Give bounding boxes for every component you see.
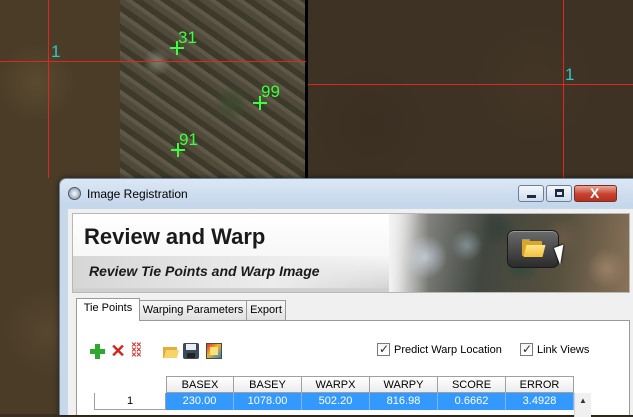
warp-icon[interactable] — [206, 343, 222, 359]
crosshair-horizontal-left — [0, 61, 306, 62]
table-cell[interactable]: 0.6662 — [438, 393, 506, 410]
tie-point-label: 91 — [179, 130, 198, 149]
open-icon[interactable] — [162, 343, 180, 359]
table-cell[interactable]: 1078.00 — [234, 393, 302, 410]
open-folder-button[interactable] — [507, 230, 559, 268]
table-cell[interactable]: 502.20 — [302, 393, 370, 410]
banner-subtitle: Review Tie Points and Warp Image — [89, 263, 320, 279]
crosshair-vertical-right — [563, 0, 564, 178]
table-cell[interactable]: 3.4928 — [506, 393, 574, 410]
crosshair-label-left: 1 — [51, 42, 61, 61]
close-icon: X — [590, 185, 600, 201]
save-icon[interactable] — [183, 343, 199, 359]
checkbox-checked-icon[interactable] — [520, 342, 533, 356]
table-corner — [94, 376, 166, 393]
crosshair-horizontal-right — [308, 84, 633, 85]
image-registration-dialog: Image Registration X Review and Warp Rev… — [59, 178, 633, 417]
wizard-banner: Review and Warp Review Tie Points and Wa… — [72, 213, 630, 293]
close-button[interactable]: X — [574, 185, 617, 202]
maximize-button[interactable] — [546, 185, 572, 202]
row-header[interactable]: 1 — [94, 393, 166, 410]
column-header-error[interactable]: ERROR — [506, 376, 574, 393]
column-header-warpy[interactable]: WARPY — [370, 376, 438, 393]
tab-export[interactable]: Export — [246, 300, 286, 320]
link-views-label: Link Views — [537, 344, 590, 356]
tie-point-label: 31 — [178, 28, 197, 47]
checkbox-checked-icon[interactable] — [377, 342, 390, 356]
delete-icon[interactable]: ✕ — [110, 342, 126, 360]
column-header-score[interactable]: SCORE — [438, 376, 506, 393]
scroll-up-arrow-icon: ▲ — [579, 396, 587, 405]
column-header-warpx[interactable]: WARPX — [302, 376, 370, 393]
table-cell[interactable]: 816.98 — [370, 393, 438, 410]
predict-warp-location-label: Predict Warp Location — [394, 344, 502, 356]
app-icon — [68, 187, 81, 200]
dialog-client-area: Review and Warp Review Tie Points and Wa… — [68, 209, 633, 417]
delete-all-icon[interactable]: ✕✕ ✕✕ ✕✕ — [131, 342, 147, 359]
maximize-icon — [555, 189, 564, 197]
crosshair-label-right: 1 — [565, 65, 575, 84]
table-cell[interactable]: 230.00 — [166, 393, 234, 410]
window-title: Image Registration — [87, 187, 188, 201]
folder-icon — [522, 239, 546, 257]
add-icon[interactable] — [89, 343, 105, 359]
column-header-basex[interactable]: BASEX — [166, 376, 234, 393]
tie-points-panel: ✕ ✕✕✕✕✕✕ Predict Warp Location Link View… — [76, 320, 630, 417]
tab-tie-points[interactable]: Tie Points — [76, 298, 140, 321]
tab-warping-parameters[interactable]: Warping Parameters — [139, 300, 247, 320]
table-scroll-up-button[interactable]: ▲ — [574, 393, 591, 417]
banner-title: Review and Warp — [84, 224, 266, 249]
tie-point-label: 99 — [261, 82, 280, 101]
minimize-button[interactable] — [518, 185, 544, 202]
crosshair-vertical-left — [48, 0, 49, 178]
minimize-icon — [527, 195, 536, 198]
column-header-basey[interactable]: BASEY — [234, 376, 302, 393]
title-bar[interactable]: Image Registration X — [60, 179, 633, 207]
